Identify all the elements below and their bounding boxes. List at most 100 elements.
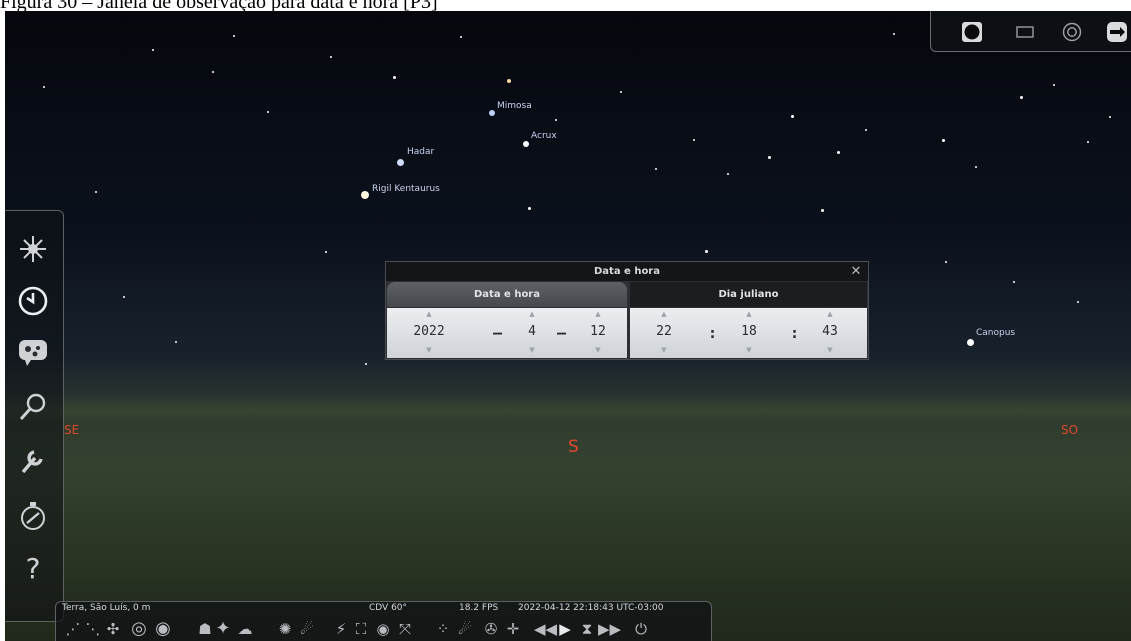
- second-spinner[interactable]: ▲ 43 ▼: [810, 308, 850, 358]
- ground-icon[interactable]: ☗: [194, 619, 216, 639]
- month-up-arrow[interactable]: ▲: [512, 310, 552, 318]
- year-down-arrow[interactable]: ▼: [409, 346, 449, 354]
- current-time-icon[interactable]: ⧗: [578, 619, 596, 639]
- sky-view-button[interactable]: [17, 337, 49, 369]
- month-value[interactable]: 4: [512, 324, 552, 339]
- help-button[interactable]: ?: [17, 553, 49, 585]
- goto-selected-icon[interactable]: ⛶: [352, 619, 370, 639]
- minute-value[interactable]: 18: [729, 324, 769, 339]
- fov-status: CDV 60°: [369, 603, 408, 613]
- constellation-labels-icon[interactable]: ⋱: [84, 619, 102, 639]
- atmosphere-icon[interactable]: ☁: [234, 619, 256, 639]
- left-sidebar: ?: [5, 210, 64, 622]
- month-spinner[interactable]: ▲ 4 ▼: [512, 308, 552, 358]
- month-down-arrow[interactable]: ▼: [512, 346, 552, 354]
- star-canopus[interactable]: [967, 339, 974, 346]
- equatorial-mount-icon[interactable]: ⚡: [332, 619, 350, 639]
- cardinal-points-icon[interactable]: ✦: [214, 619, 232, 639]
- year-up-arrow[interactable]: ▲: [409, 310, 449, 318]
- azimuthal-grid-icon[interactable]: ◉: [152, 619, 174, 639]
- minute-down-arrow[interactable]: ▼: [729, 346, 769, 354]
- top-right-toolbar: [930, 11, 1131, 52]
- landscape-treeline: [5, 396, 1131, 421]
- date-time-button[interactable]: [17, 285, 49, 317]
- hour-down-arrow[interactable]: ▼: [644, 346, 684, 354]
- fps-status: 18.2 FPS: [459, 603, 499, 613]
- fast-forward-icon[interactable]: ▶▶: [598, 619, 621, 639]
- quit-button[interactable]: [1106, 21, 1128, 43]
- location-status: Terra, São Luís, 0 m: [62, 603, 151, 613]
- power-icon[interactable]: ⏻: [630, 619, 652, 639]
- date-separator: –: [493, 324, 503, 342]
- sky-view-icon: [19, 340, 47, 366]
- second-value[interactable]: 43: [810, 324, 850, 339]
- star-label-canopus: Canopus: [976, 328, 1016, 338]
- astro-calculations-button[interactable]: [17, 499, 49, 531]
- hour-value[interactable]: 22: [644, 324, 684, 339]
- constellation-lines-icon[interactable]: ⋰: [64, 619, 82, 639]
- star-hadar[interactable]: [397, 159, 404, 166]
- second-up-arrow[interactable]: ▲: [810, 310, 850, 318]
- star-label-acrux: Acrux: [531, 131, 557, 141]
- day-value[interactable]: 12: [578, 324, 618, 339]
- eye-icon[interactable]: ◉: [372, 619, 394, 639]
- clock-icon: [18, 286, 48, 316]
- wrench-icon: [21, 450, 43, 474]
- cardinal-southwest: SO: [1061, 423, 1079, 437]
- star-rigil-kentaurus[interactable]: [361, 191, 369, 199]
- hour-up-arrow[interactable]: ▲: [644, 310, 684, 318]
- compass-star-icon: [20, 236, 46, 262]
- target-icon: [1062, 22, 1082, 42]
- fullscreen-button[interactable]: [1014, 21, 1036, 43]
- dialog-title: Data e hora: [386, 262, 868, 281]
- window-icon: [1016, 26, 1034, 38]
- tab-date-time[interactable]: Data e hora: [387, 282, 627, 307]
- hour-spinner[interactable]: ▲ 22 ▼: [644, 308, 684, 358]
- star-mimosa[interactable]: [489, 110, 495, 116]
- target-button[interactable]: [1061, 21, 1083, 43]
- fullscreen-toggle-icon[interactable]: ⤧: [396, 619, 414, 639]
- date-time-dialog: Data e hora ✕ Data e hora Dia juliano ▲ …: [385, 261, 869, 360]
- exoplanets-icon[interactable]: ⁘: [434, 619, 452, 639]
- minute-spinner[interactable]: ▲ 18 ▼: [729, 308, 769, 358]
- star-acrux[interactable]: [523, 141, 529, 147]
- stellarium-window[interactable]: Mimosa Acrux Hadar Rigil Kentaurus Canop…: [5, 11, 1131, 641]
- cardinal-southeast: SE: [64, 423, 80, 437]
- time-fields: ▲ 22 ▼ : ▲ 18 ▼ : ▲ 43 ▼: [630, 308, 867, 358]
- search-button[interactable]: [17, 391, 49, 423]
- play-icon[interactable]: ▶: [556, 619, 574, 639]
- exit-icon: [1107, 22, 1127, 42]
- tab-julian-day[interactable]: Dia juliano: [630, 282, 867, 307]
- constellation-art-icon[interactable]: ✣: [104, 619, 122, 639]
- planets-icon[interactable]: ☄: [296, 619, 318, 639]
- date-separator: –: [557, 324, 567, 342]
- rewind-icon[interactable]: ◀◀: [534, 619, 557, 639]
- nebulae-icon[interactable]: ✺: [274, 619, 296, 639]
- night-mode-icon: [962, 22, 982, 42]
- telescope-icon[interactable]: ✛: [502, 619, 524, 639]
- minute-up-arrow[interactable]: ▲: [729, 310, 769, 318]
- day-up-arrow[interactable]: ▲: [578, 310, 618, 318]
- year-spinner[interactable]: ▲ 2022 ▼: [409, 308, 449, 358]
- search-icon: [19, 393, 46, 421]
- night-mode-button[interactable]: [961, 21, 983, 43]
- dialog-close-button[interactable]: ✕: [848, 262, 864, 281]
- location-button[interactable]: [17, 233, 49, 265]
- day-spinner[interactable]: ▲ 12 ▼: [578, 308, 618, 358]
- meteor-showers-icon[interactable]: ☄: [454, 619, 476, 639]
- star-label-hadar: Hadar: [407, 147, 435, 157]
- day-down-arrow[interactable]: ▼: [578, 346, 618, 354]
- date-fields: ▲ 2022 ▼ – ▲ 4 ▼ – ▲ 12 ▼: [387, 308, 627, 358]
- satellites-icon[interactable]: ✇: [482, 619, 500, 639]
- settings-button[interactable]: [17, 444, 49, 476]
- star-label-mimosa: Mimosa: [497, 101, 532, 111]
- year-value[interactable]: 2022: [409, 324, 449, 339]
- bottom-toolbar: Terra, São Luís, 0 m CDV 60° 18.2 FPS 20…: [55, 601, 712, 641]
- datetime-status: 2022-04-12 22:18:43 UTC-03:00: [518, 603, 664, 613]
- second-down-arrow[interactable]: ▼: [810, 346, 850, 354]
- equatorial-grid-icon[interactable]: ◎: [128, 619, 150, 639]
- cardinal-south: S: [568, 437, 579, 457]
- star-label-rigil-kentaurus: Rigil Kentaurus: [372, 184, 440, 194]
- time-separator: :: [708, 324, 718, 342]
- stopwatch-icon: [21, 502, 45, 530]
